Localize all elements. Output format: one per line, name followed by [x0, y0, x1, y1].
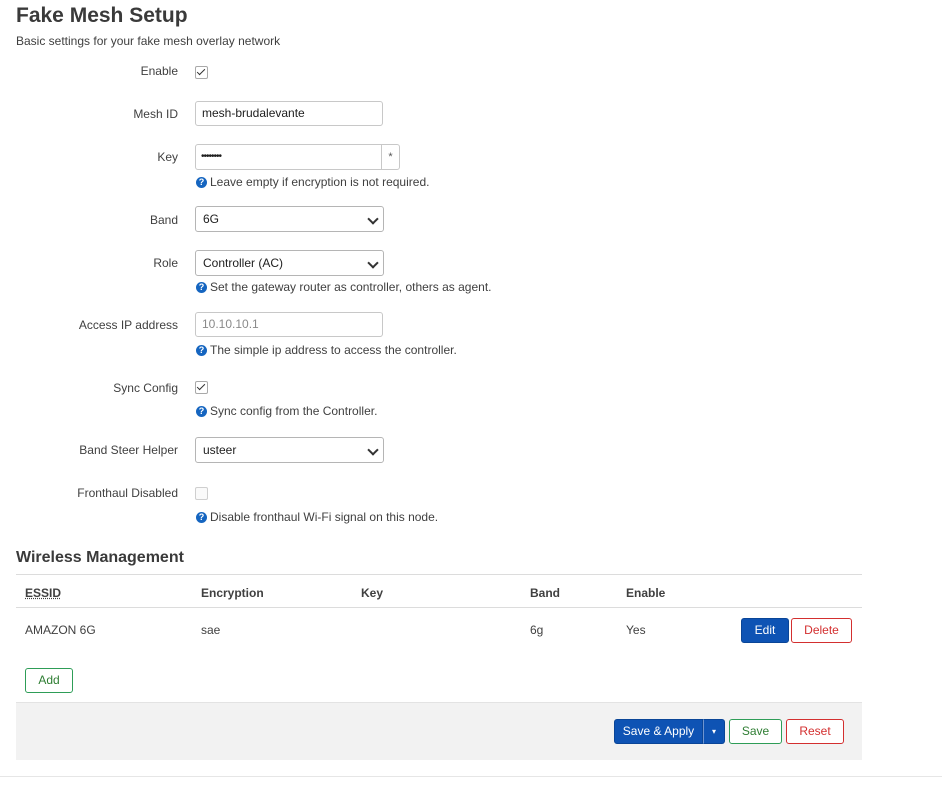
key-hint: ? Leave empty if encryption is not requir…	[196, 175, 429, 189]
help-icon: ?	[196, 406, 207, 417]
cell-band: 6g	[530, 623, 544, 637]
help-icon: ?	[196, 345, 207, 356]
band-select[interactable]: 6G	[195, 206, 384, 232]
fronthaul-disabled-checkbox[interactable]	[195, 487, 208, 500]
mesh-id-input[interactable]: mesh-brudalevante	[195, 101, 383, 126]
sync-config-checkbox[interactable]	[195, 381, 208, 394]
table-row: AMAZON 6G sae 6g Yes Edit Delete	[16, 608, 862, 652]
key-label: Key	[157, 150, 178, 164]
role-select[interactable]: Controller (AC)	[195, 250, 384, 276]
wireless-section-title: Wireless Management	[16, 549, 184, 566]
key-hint-text: Leave empty if encryption is not require…	[210, 175, 430, 189]
edit-button[interactable]: Edit	[741, 618, 789, 643]
access-ip-label: Access IP address	[78, 318, 178, 332]
enable-checkbox[interactable]	[195, 66, 208, 79]
cell-essid: AMAZON 6G	[25, 623, 96, 637]
fronthaul-label: Fronthaul Disabled	[77, 486, 178, 500]
help-icon: ?	[196, 282, 207, 293]
reset-button[interactable]: Reset	[786, 719, 844, 744]
band-steer-selected-value: usteer	[203, 443, 237, 457]
access-ip-input[interactable]: 10.10.10.1	[195, 312, 383, 337]
access-ip-hint-text: The simple ip address to access the cont…	[210, 343, 457, 357]
chevron-down-icon	[367, 444, 379, 456]
help-icon: ?	[196, 177, 207, 188]
save-button[interactable]: Save	[729, 719, 782, 744]
sync-config-label: Sync Config	[113, 381, 178, 395]
role-hint-text: Set the gateway router as controller, ot…	[210, 280, 492, 294]
reveal-password-button[interactable]: *	[381, 145, 399, 169]
cell-enable: Yes	[626, 623, 646, 637]
band-selected-value: 6G	[203, 212, 220, 226]
column-essid[interactable]: ESSID	[25, 586, 61, 600]
help-icon: ?	[196, 512, 207, 523]
key-password-field[interactable]: •••••••• *	[195, 144, 400, 170]
table-header: ESSID Encryption Key Band Enable	[16, 574, 862, 608]
column-encryption: Encryption	[201, 586, 264, 600]
save-apply-dropdown-toggle[interactable]: ▾	[703, 719, 725, 744]
band-label: Band	[149, 213, 178, 227]
band-steer-label: Band Steer Helper	[79, 443, 178, 457]
column-enable: Enable	[626, 586, 666, 600]
sync-config-hint-text: Sync config from the Controller.	[210, 404, 378, 418]
column-key: Key	[361, 586, 384, 600]
role-hint: ? Set the gateway router as controller, o…	[196, 280, 492, 294]
delete-button[interactable]: Delete	[791, 618, 852, 643]
mesh-id-label: Mesh ID	[133, 107, 178, 121]
cell-encryption: sae	[201, 623, 221, 637]
band-steer-select[interactable]: usteer	[195, 437, 384, 463]
add-button[interactable]: Add	[25, 668, 73, 693]
key-masked-value: ••••••••	[201, 151, 222, 162]
role-label: Role	[153, 256, 178, 270]
chevron-down-icon	[367, 213, 379, 225]
action-footer: Save & Apply ▾ Save Reset	[16, 702, 862, 760]
page-title: Fake Mesh Setup	[16, 4, 188, 27]
fronthaul-hint: ? Disable fronthaul Wi-Fi signal on this …	[196, 510, 438, 524]
access-ip-hint: ? The simple ip address to access the con…	[196, 343, 457, 357]
role-selected-value: Controller (AC)	[203, 256, 284, 270]
save-apply-button[interactable]: Save & Apply	[614, 719, 703, 744]
fronthaul-hint-text: Disable fronthaul Wi-Fi signal on this n…	[210, 510, 439, 524]
column-band: Band	[530, 586, 560, 600]
enable-label: Enable	[140, 64, 178, 78]
chevron-down-icon	[367, 257, 379, 269]
sync-config-hint: ? Sync config from the Controller.	[196, 404, 377, 418]
bottom-divider	[0, 776, 942, 777]
page-description: Basic settings for your fake mesh overla…	[16, 34, 281, 48]
